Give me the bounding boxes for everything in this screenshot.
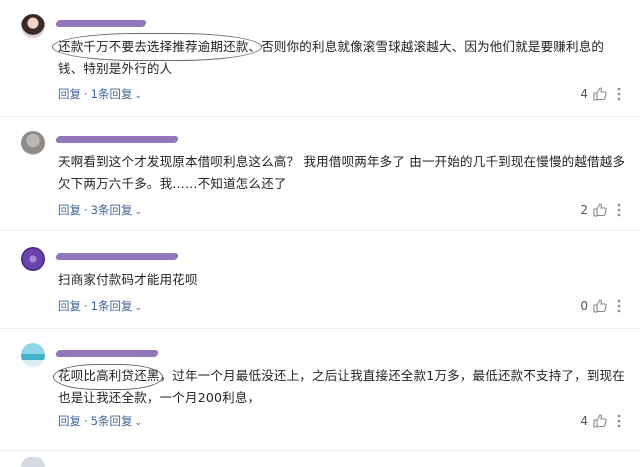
redaction-scribble [55,136,179,143]
avatar[interactable] [21,343,45,367]
username-redacted[interactable] [55,16,147,30]
chevron-down-icon: ⌄ [134,207,143,217]
comment-item: 还款千万不要去选择推荐逾期还款、否则你的利息就像滚雪球越滚越大、因为他们就是要赚… [0,0,640,120]
thumbs-up-icon[interactable] [592,298,608,314]
comment-stats: 4 [580,412,626,430]
comment-text: 扫商家付款码才能用花呗 [58,272,198,287]
more-dots-icon[interactable] [612,413,626,429]
more-dots-icon[interactable] [612,202,626,218]
view-replies-label: 3条回复 [90,203,133,217]
like-count: 4 [580,87,588,101]
comment-stats: 0 [580,297,626,315]
divider [0,450,640,451]
username-redacted[interactable] [55,132,179,146]
chevron-down-icon: ⌄ [134,91,143,101]
avatar[interactable] [21,131,45,155]
redaction-scribble [55,350,159,357]
reply-button[interactable]: 回复 [58,299,81,313]
view-replies-button[interactable]: 5条回复 ⌄ [91,414,142,428]
avatar[interactable] [21,14,45,38]
more-dots-icon[interactable] [612,86,626,102]
like-count: 4 [580,414,588,428]
thumbs-up-icon[interactable] [592,86,608,102]
comment-actions: 回复 · 1条回复 ⌄ [58,298,142,314]
comment-item: 花呗比高利贷还黑，过年一个月最低没还上，之后让我直接还全款1万多，最低还款不支持… [0,329,640,467]
avatar[interactable] [21,247,45,271]
redaction-scribble [55,20,147,27]
view-replies-label: 1条回复 [90,87,133,101]
avatar[interactable] [21,457,45,467]
view-replies-label: 1条回复 [90,299,133,313]
view-replies-label: 5条回复 [90,414,133,428]
like-count: 2 [580,203,588,217]
view-replies-button[interactable]: 1条回复 ⌄ [91,87,142,101]
more-dots-icon[interactable] [612,298,626,314]
separator-dot: · [84,414,88,428]
separator-dot: · [84,203,88,217]
thumbs-up-icon[interactable] [592,413,608,429]
comment-text: 还款千万不要去选择推荐逾期还款、否则你的利息就像滚雪球越滚越大、因为他们就是要赚… [58,39,605,76]
comment-actions: 回复 · 5条回复 ⌄ [58,413,142,429]
view-replies-button[interactable]: 1条回复 ⌄ [91,299,142,313]
comment-item: 天啊看到这个才发现原本借呗利息这么高？ 我用借呗两年多了 由一开始的几千到现在慢… [0,117,640,232]
comment-text: 天啊看到这个才发现原本借呗利息这么高？ 我用借呗两年多了 由一开始的几千到现在慢… [58,154,626,191]
reply-button[interactable]: 回复 [58,414,81,428]
reply-button[interactable]: 回复 [58,203,81,217]
separator-dot: · [84,299,88,313]
like-count: 0 [580,299,588,313]
comment-stats: 2 [580,201,626,219]
thumbs-up-icon[interactable] [592,202,608,218]
chevron-down-icon: ⌄ [134,418,143,428]
comment-actions: 回复 · 1条回复 ⌄ [58,86,142,102]
username-redacted[interactable] [55,249,179,263]
comment-item: 扫商家付款码才能用花呗 回复 · 1条回复 ⌄ 0 [0,231,640,331]
redaction-scribble [55,253,179,260]
separator-dot: · [84,87,88,101]
comment-actions: 回复 · 3条回复 ⌄ [58,202,142,218]
comment-text: 花呗比高利贷还黑，过年一个月最低没还上，之后让我直接还全款1万多，最低还款不支持… [58,368,625,405]
chevron-down-icon: ⌄ [134,303,143,313]
reply-button[interactable]: 回复 [58,87,81,101]
view-replies-button[interactable]: 3条回复 ⌄ [91,203,142,217]
comment-stats: 4 [580,85,626,103]
username-redacted[interactable] [55,346,159,360]
